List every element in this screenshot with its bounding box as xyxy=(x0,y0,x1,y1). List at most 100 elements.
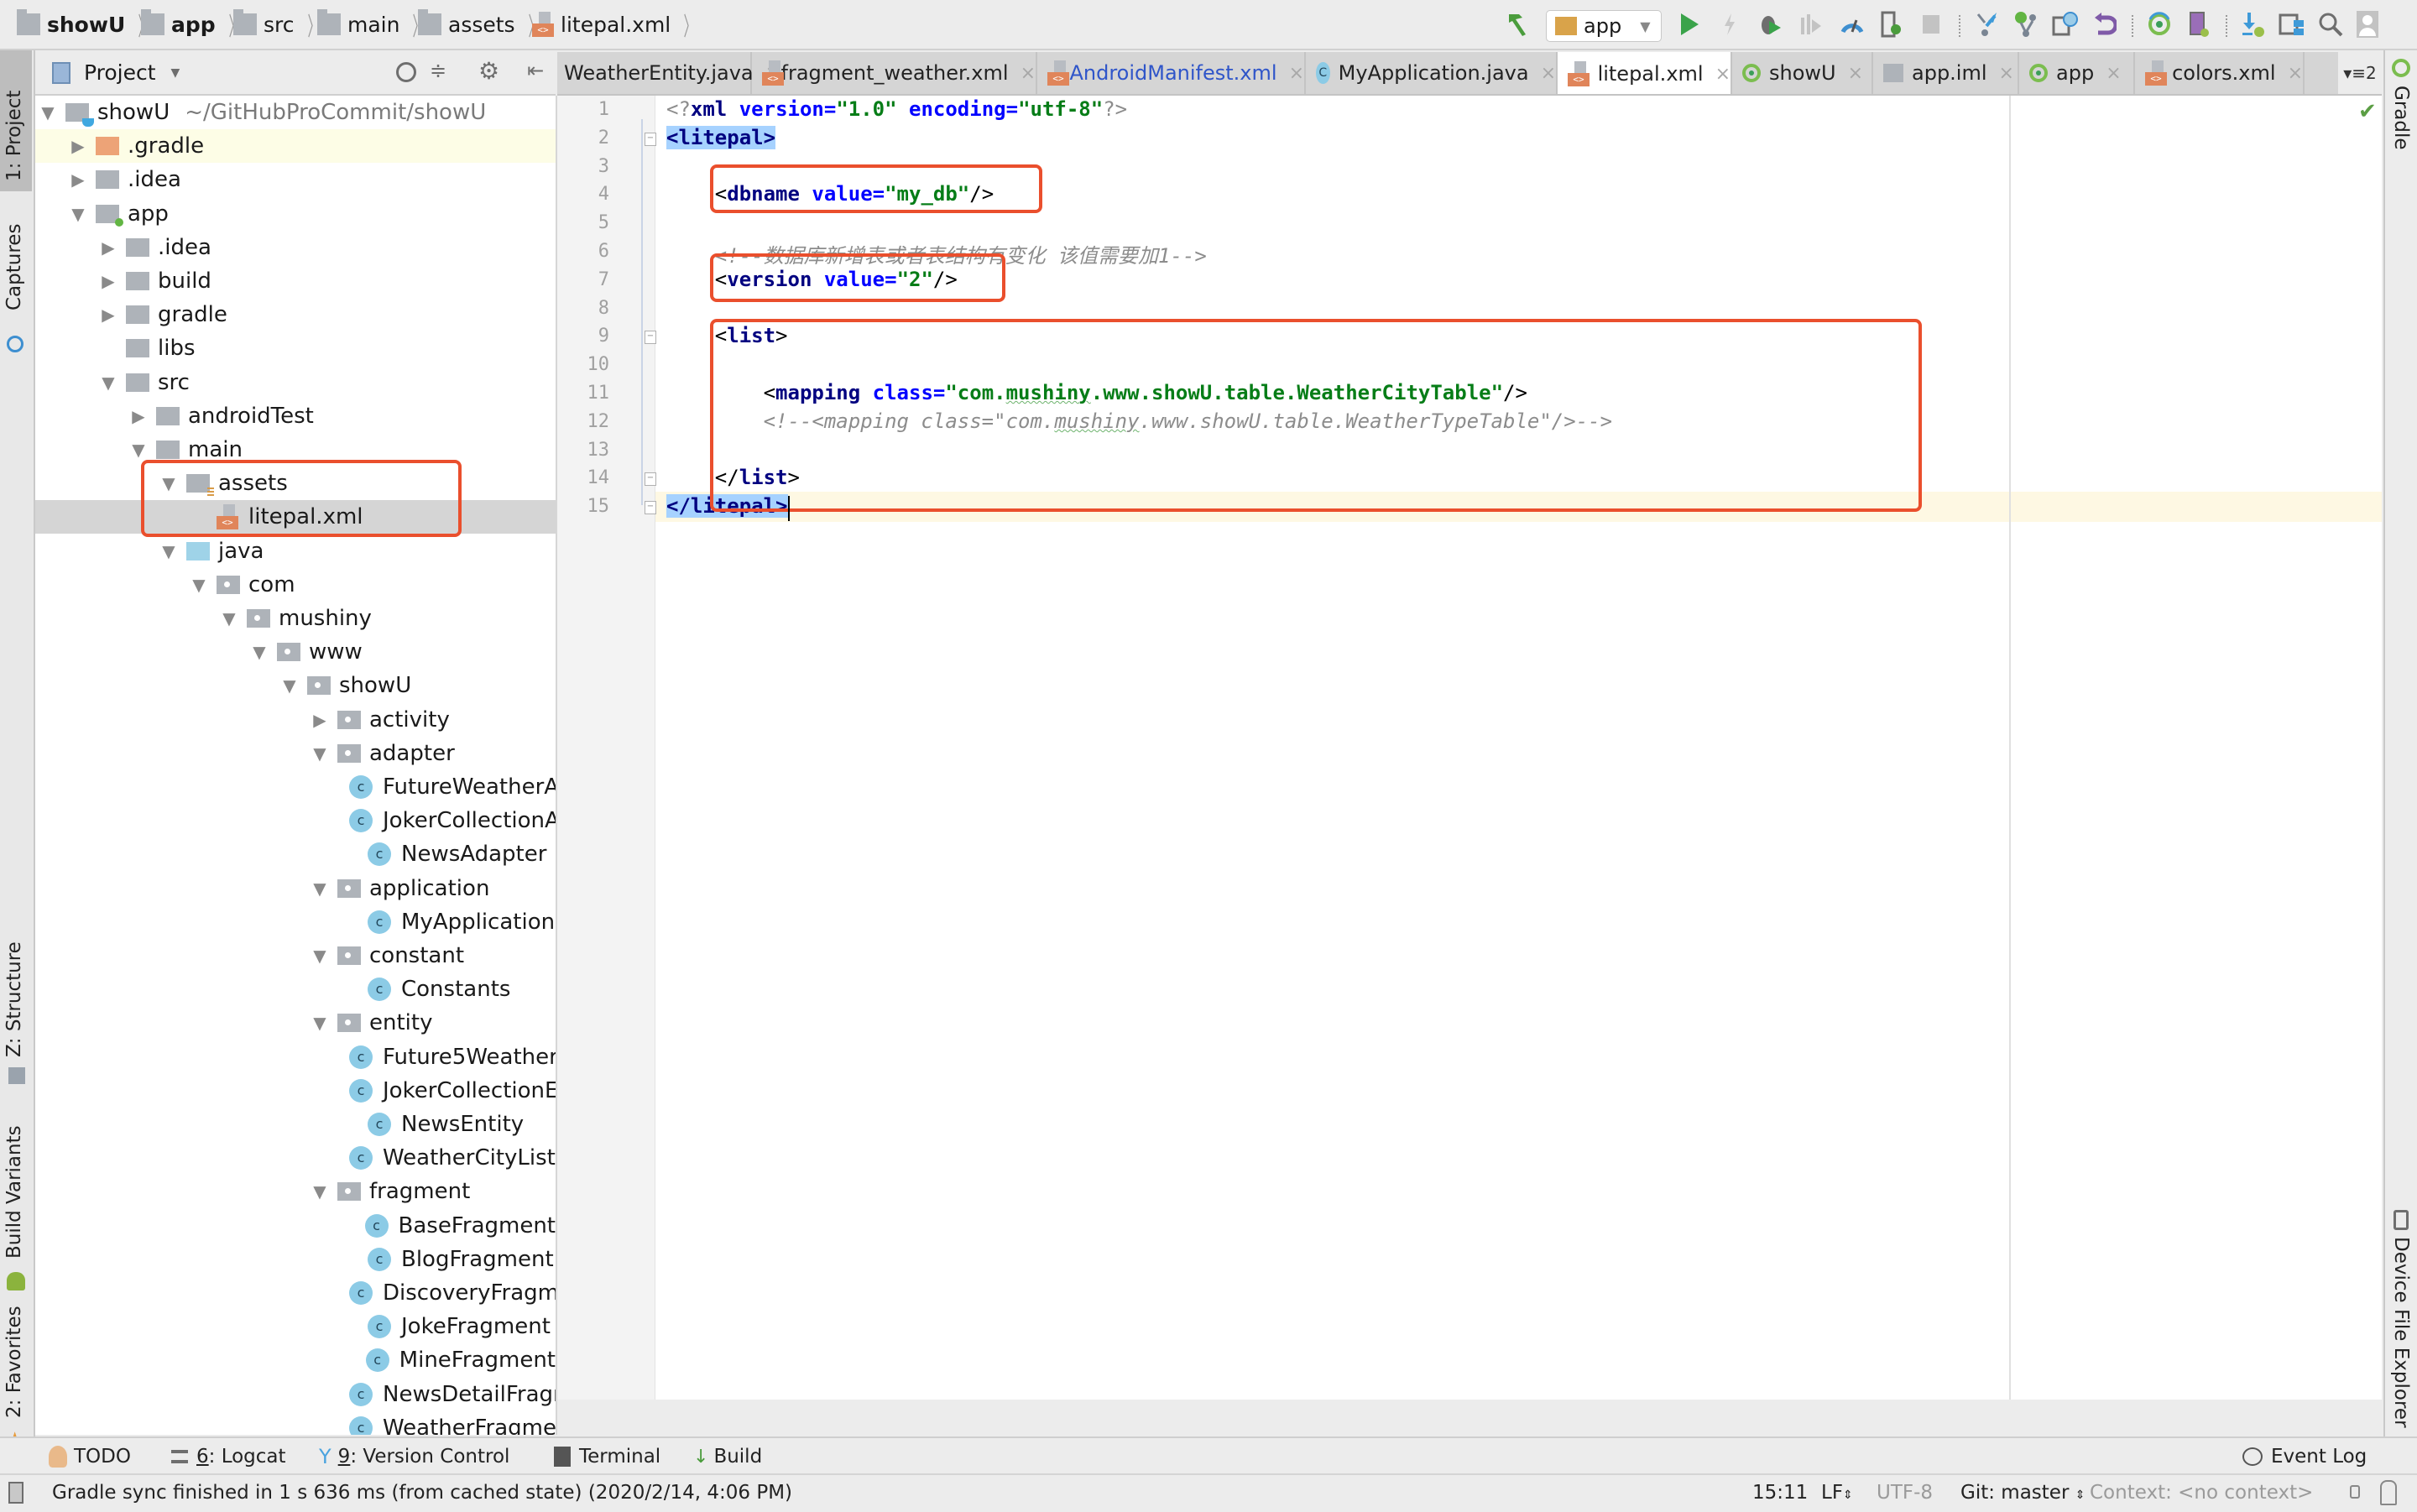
expand-arrow-icon[interactable]: ▼ xyxy=(311,1181,329,1202)
context-selector[interactable]: Context: <no context> xyxy=(2090,1482,2313,1504)
search-everywhere-button[interactable] xyxy=(2316,10,2345,39)
account-button[interactable] xyxy=(2355,10,2380,39)
tree-item[interactable]: c WeatherFragment xyxy=(35,1411,556,1435)
expand-arrow-icon[interactable]: ▼ xyxy=(311,879,329,899)
editor-tab[interactable]: WeatherEntity.java× xyxy=(557,52,780,94)
status-message[interactable]: Gradle sync finished in 1 s 636 ms (from… xyxy=(52,1482,792,1504)
tree-item[interactable]: ▼ mushiny xyxy=(35,602,556,635)
breadcrumb-assets[interactable]: assets 〉 xyxy=(418,9,547,42)
tool-window-event-log[interactable]: Event Log xyxy=(2242,1443,2367,1470)
tree-item[interactable]: ▼ adapter xyxy=(35,737,556,770)
collapse-all-icon[interactable]: ≑ xyxy=(430,59,446,82)
stop-button[interactable] xyxy=(1918,10,1944,39)
expand-arrow-icon[interactable]: ▼ xyxy=(311,743,329,764)
tree-item[interactable]: ▼ src xyxy=(35,366,556,399)
fold-marker-icon[interactable]: − xyxy=(645,472,656,487)
close-icon[interactable]: × xyxy=(2288,63,2303,84)
editor-tab[interactable]: app.iml × xyxy=(1873,52,2019,94)
vcs-revert-button[interactable] xyxy=(2091,10,2118,39)
expand-arrow-icon[interactable]: ▼ xyxy=(39,102,57,123)
expand-arrow-icon[interactable]: ▼ xyxy=(69,204,87,224)
make-project-button[interactable] xyxy=(1502,10,1531,39)
tool-window-todo[interactable]: TODO xyxy=(49,1443,131,1470)
tree-item[interactable]: c DiscoveryFragment xyxy=(35,1276,556,1310)
tree-item[interactable]: ▼ app xyxy=(35,197,556,231)
tree-item[interactable]: ▶ .idea xyxy=(35,231,556,264)
tree-item[interactable]: ▼ showU ~/GitHubProCommit/showU xyxy=(35,96,556,129)
debug-device-button[interactable] xyxy=(1877,10,1905,39)
collapse-arrow-icon[interactable]: ▶ xyxy=(69,169,87,190)
editor-tab[interactable]: <> litepal.xml × xyxy=(1558,52,1732,94)
collapse-arrow-icon[interactable]: ▶ xyxy=(129,406,148,426)
fold-marker-icon[interactable]: − xyxy=(645,501,656,515)
attach-debugger-button[interactable] xyxy=(1796,10,1824,39)
breadcrumb-showU[interactable]: showU 〉 xyxy=(17,9,157,42)
tool-window-terminal[interactable]: Terminal xyxy=(554,1443,660,1470)
tree-item[interactable]: c MineFragment xyxy=(35,1343,556,1377)
vcs-branch-selector[interactable]: Git: master ⇕ xyxy=(1960,1482,2085,1504)
project-view-selector[interactable]: Project ▼ xyxy=(84,60,180,85)
tree-item[interactable]: c FutureWeatherAdapter xyxy=(35,770,556,804)
tool-window-structure-button[interactable]: Z: Structure xyxy=(0,915,32,1084)
sdk-manager-button[interactable] xyxy=(2239,10,2268,39)
tool-window-logcat[interactable]: 6: Logcat xyxy=(171,1443,286,1470)
tool-window-project-button[interactable]: 1: Project xyxy=(0,50,32,191)
tree-item[interactable]: ▼ entity xyxy=(35,1006,556,1040)
tree-item[interactable]: ▶ gradle xyxy=(35,298,556,331)
collapse-arrow-icon[interactable]: ▶ xyxy=(99,237,117,258)
tree-item[interactable]: ▶ activity xyxy=(35,703,556,737)
close-icon[interactable]: × xyxy=(1999,63,2014,84)
project-structure-button[interactable] xyxy=(2278,10,2306,39)
expand-arrow-icon[interactable]: ▼ xyxy=(311,946,329,966)
apply-changes-button[interactable] xyxy=(1717,10,1742,39)
sync-gradle-button[interactable] xyxy=(2145,10,2174,39)
expand-arrow-icon[interactable]: ▼ xyxy=(129,440,148,460)
tool-window-version-control[interactable]: Y 9: Version Control xyxy=(319,1443,509,1470)
run-configuration-dropdown[interactable]: app ▼ xyxy=(1546,10,1662,42)
collapse-arrow-icon[interactable]: ▶ xyxy=(99,305,117,325)
tree-item[interactable]: ▼ fragment xyxy=(35,1175,556,1208)
editor-tab[interactable]: C MyApplication.java × xyxy=(1306,52,1558,94)
file-encoding[interactable]: UTF-8 xyxy=(1877,1482,1933,1504)
fold-marker-icon[interactable]: − xyxy=(645,132,656,146)
editor-tab[interactable]: app × xyxy=(2019,52,2135,94)
tool-window-build[interactable]: ↓ Build xyxy=(693,1443,762,1470)
tree-item[interactable]: c NewsDetailFragment xyxy=(35,1378,556,1411)
tree-item[interactable]: c BlogFragment xyxy=(35,1243,556,1276)
lock-icon[interactable] xyxy=(2350,1485,2360,1499)
editor-tab[interactable]: <> AndroidManifest.xml × xyxy=(1037,52,1306,94)
expand-arrow-icon[interactable]: ▼ xyxy=(159,541,178,561)
expand-arrow-icon[interactable]: ▼ xyxy=(311,1013,329,1033)
breadcrumb-src[interactable]: src 〉 xyxy=(233,9,326,42)
breadcrumb-app[interactable]: app 〉 xyxy=(141,9,248,42)
tree-item[interactable]: libs xyxy=(35,331,556,365)
debug-button[interactable] xyxy=(1756,10,1784,39)
tree-item[interactable]: ▼ constant xyxy=(35,939,556,972)
caret-position[interactable]: 15:11 xyxy=(1752,1482,1808,1504)
tree-item[interactable]: c JokerCollectionEntity xyxy=(35,1074,556,1108)
hector-icon[interactable] xyxy=(2380,1480,2397,1505)
toggle-tool-windows-icon[interactable] xyxy=(8,1482,23,1504)
tree-item[interactable]: ▼ application xyxy=(35,872,556,905)
close-icon[interactable]: × xyxy=(2106,63,2121,84)
tree-item[interactable]: ▶ androidTest xyxy=(35,399,556,433)
breadcrumb-main[interactable]: main 〉 xyxy=(317,9,431,42)
tree-item[interactable]: c BaseFragment xyxy=(35,1209,556,1243)
line-separator-selector[interactable]: LF⇕ xyxy=(1821,1482,1853,1504)
tree-item[interactable]: ▼ showU xyxy=(35,669,556,702)
tabs-overflow-button[interactable]: ▾≡ 2 xyxy=(2338,52,2382,94)
breadcrumb-litepal-xml[interactable]: <> litepal.xml 〉 xyxy=(532,10,702,42)
close-icon[interactable]: × xyxy=(1021,63,1036,84)
gear-icon[interactable]: ⚙ xyxy=(478,57,499,85)
editor-tab[interactable]: <> fragment_weather.xml × xyxy=(752,52,1037,94)
tree-item[interactable]: c JokerCollectionAdapter xyxy=(35,804,556,837)
tool-window-gradle-button[interactable]: Gradle xyxy=(2385,50,2417,151)
tree-item[interactable]: c MyApplication xyxy=(35,905,556,939)
tree-item[interactable]: c JokeFragment xyxy=(35,1310,556,1343)
editor-tab[interactable]: <> colors.xml × xyxy=(2135,52,2305,94)
hide-panel-icon[interactable]: ⇤ xyxy=(527,59,544,82)
tree-item[interactable]: ▶ .gradle xyxy=(35,129,556,164)
expand-arrow-icon[interactable]: ▼ xyxy=(250,642,269,662)
avd-manager-button[interactable] xyxy=(2185,10,2212,39)
close-icon[interactable]: × xyxy=(1289,63,1304,84)
